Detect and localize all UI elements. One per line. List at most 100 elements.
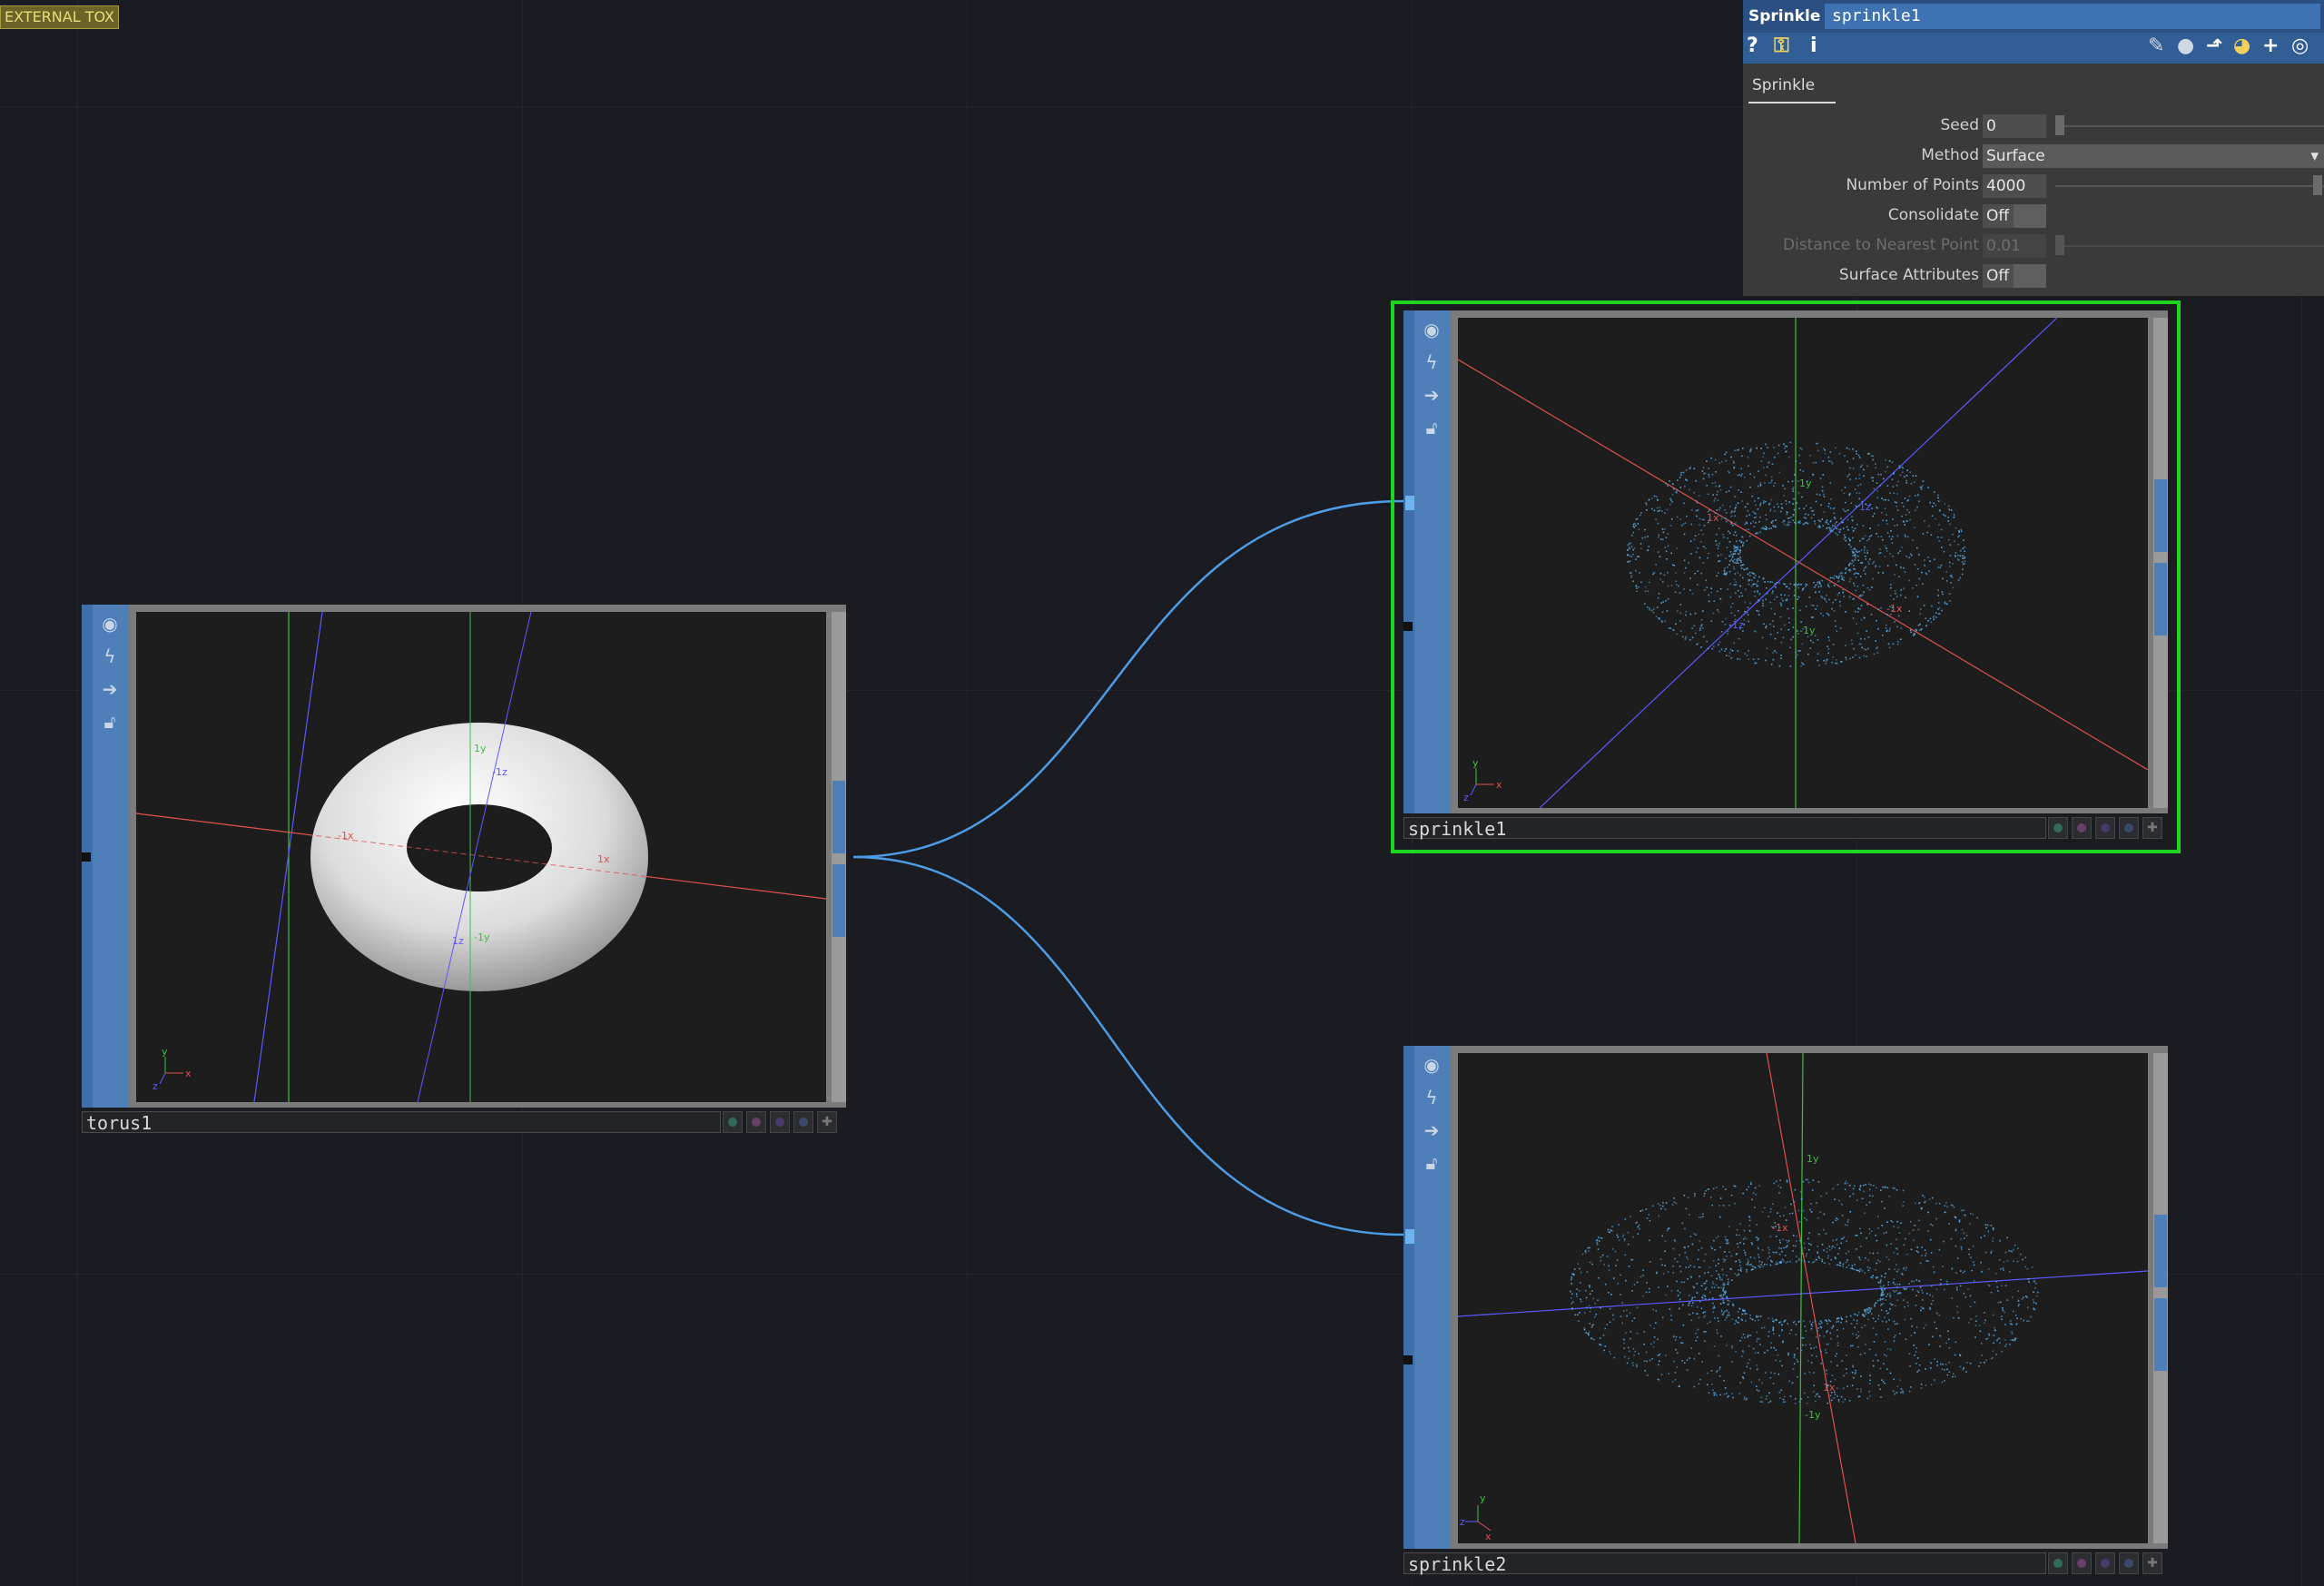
flag-bypass[interactable] (2119, 1552, 2139, 1574)
distance-field[interactable]: 0.01 (1983, 234, 2046, 258)
input-port[interactable] (1403, 1355, 1413, 1364)
lightning-icon[interactable]: ϟ (1418, 1084, 1445, 1111)
flag-bypass[interactable] (2119, 817, 2139, 839)
flag-render[interactable] (746, 1111, 766, 1133)
wire-torus1-sprinkle2[interactable] (852, 855, 1404, 1236)
lock-icon[interactable]: 🔓︎ (1418, 414, 1445, 441)
arrow-right-icon[interactable]: ➔ (1418, 1117, 1445, 1144)
flag-expand[interactable]: ✚ (2142, 817, 2162, 839)
lightning-icon[interactable]: ϟ (96, 643, 123, 670)
point (1693, 625, 1696, 627)
point (2004, 1251, 2007, 1254)
point (1662, 601, 1664, 603)
help-icon[interactable]: ? (1747, 34, 1758, 57)
point (1703, 635, 1705, 638)
output-port[interactable] (2154, 1215, 2167, 1287)
target-icon[interactable]: ◎ (2291, 34, 2309, 57)
output-port[interactable] (2154, 479, 2167, 552)
wire-torus1-sprinkle1[interactable] (852, 499, 1404, 859)
lock-icon[interactable]: 🔓︎ (96, 708, 123, 735)
num-points-slider[interactable] (2055, 185, 2324, 187)
output-port-2[interactable] (832, 864, 845, 937)
viewer-sprinkle2[interactable]: 1y -1x 1x -1y y x z (1458, 1053, 2148, 1543)
flag-display[interactable] (2048, 1552, 2068, 1574)
flag-bypass[interactable] (793, 1111, 813, 1133)
python-icon[interactable]: ◕ (2233, 34, 2250, 57)
point (1937, 497, 1939, 499)
add-icon[interactable]: + (2262, 34, 2279, 57)
seed-slider-handle[interactable] (2055, 115, 2064, 135)
node-sprinkle1[interactable]: ◉ ϟ ➔ 🔓︎ 1y 1x 1z -1x -1z -1y x y z spri… (1403, 310, 2173, 842)
point (1918, 1280, 1921, 1282)
consolidate-toggle[interactable]: Off (1983, 204, 2046, 228)
flag-expand[interactable]: ✚ (2142, 1552, 2162, 1574)
flag-expand[interactable]: ✚ (817, 1111, 837, 1133)
lock-icon[interactable]: 🔓︎ (1418, 1149, 1445, 1177)
python-help-icon[interactable]: ⚿ (1774, 34, 1789, 57)
edit-icon[interactable]: ✎ (2148, 34, 2164, 57)
lightning-icon[interactable]: ϟ (1418, 349, 1445, 376)
flag-render[interactable] (2072, 1552, 2092, 1574)
point (1894, 590, 1896, 592)
viewer-active-icon[interactable]: ◉ (1418, 1051, 1445, 1079)
point (1662, 538, 1664, 541)
viewer-sprinkle1[interactable]: 1y 1x 1z -1x -1z -1y x y z (1458, 318, 2148, 808)
point (1604, 1327, 1607, 1330)
viewer-active-icon[interactable]: ◉ (96, 610, 123, 637)
num-points-field[interactable]: 4000 (1983, 174, 2046, 198)
seed-slider[interactable] (2055, 125, 2324, 127)
viewer-active-icon[interactable]: ◉ (1418, 316, 1445, 343)
input-connector[interactable] (1405, 1229, 1414, 1244)
point (1832, 601, 1834, 604)
point (1595, 1313, 1597, 1315)
flag-display[interactable] (723, 1111, 743, 1133)
flag-template[interactable] (770, 1111, 790, 1133)
method-dropdown[interactable]: Surface ▾ (1983, 144, 2324, 168)
input-port[interactable] (82, 852, 91, 862)
point (1852, 1187, 1855, 1190)
point (1873, 653, 1876, 655)
distance-slider-handle[interactable] (2055, 235, 2064, 255)
network-icon[interactable]: ⬏ (2206, 34, 2222, 57)
output-port-2[interactable] (2154, 563, 2167, 635)
point (1662, 1316, 1664, 1319)
arrow-right-icon[interactable]: ➔ (96, 675, 123, 703)
surface-attributes-toggle[interactable]: Off (1983, 264, 2046, 288)
viewer-torus1[interactable]: 1y -1z -1x 1x 1z -1y x y z (136, 612, 826, 1102)
arrow-right-icon[interactable]: ➔ (1418, 381, 1445, 409)
point (1743, 541, 1745, 544)
flag-template[interactable] (2095, 817, 2115, 839)
point (1591, 1325, 1593, 1326)
point (1930, 534, 1933, 536)
flag-render[interactable] (2072, 817, 2092, 839)
distance-slider[interactable] (2055, 245, 2324, 247)
point (1900, 1388, 1903, 1390)
output-port-2[interactable] (2154, 1298, 2167, 1371)
point (1686, 1369, 1689, 1371)
comment-icon[interactable]: ● (2177, 34, 2194, 57)
op-name-field[interactable]: sprinkle1 (1825, 4, 2320, 29)
info-icon[interactable]: i (1810, 34, 1817, 57)
point (1656, 498, 1659, 500)
node-sprinkle2[interactable]: ◉ ϟ ➔ 🔓︎ 1y -1x 1x -1y y x z sprinkle2 ✚ (1403, 1046, 2173, 1578)
output-port[interactable] (832, 781, 845, 853)
tab-sprinkle[interactable]: Sprinkle (1752, 76, 1815, 94)
node-name-sprinkle2[interactable]: sprinkle2 (1403, 1552, 2046, 1575)
node-name-torus1[interactable]: torus1 (82, 1111, 721, 1134)
input-port[interactable] (1403, 622, 1413, 631)
point (1727, 566, 1728, 568)
input-connector[interactable] (1405, 496, 1414, 510)
node-name-sprinkle1[interactable]: sprinkle1 (1403, 817, 2046, 840)
flag-display[interactable] (2048, 817, 2068, 839)
point (1689, 1214, 1690, 1216)
point (1963, 1292, 1965, 1295)
num-points-slider-handle[interactable] (2313, 175, 2322, 195)
flag-template[interactable] (2095, 1552, 2115, 1574)
node-torus1[interactable]: ◉ ϟ ➔ 🔓︎ 1y -1z -1x 1x 1z -1y x y z toru… (82, 605, 846, 1137)
point (1607, 1228, 1610, 1231)
point (1817, 1329, 1818, 1332)
point (1875, 565, 1877, 567)
seed-field[interactable]: 0 (1983, 114, 2046, 138)
point (1932, 1335, 1934, 1338)
point (1740, 561, 1742, 564)
